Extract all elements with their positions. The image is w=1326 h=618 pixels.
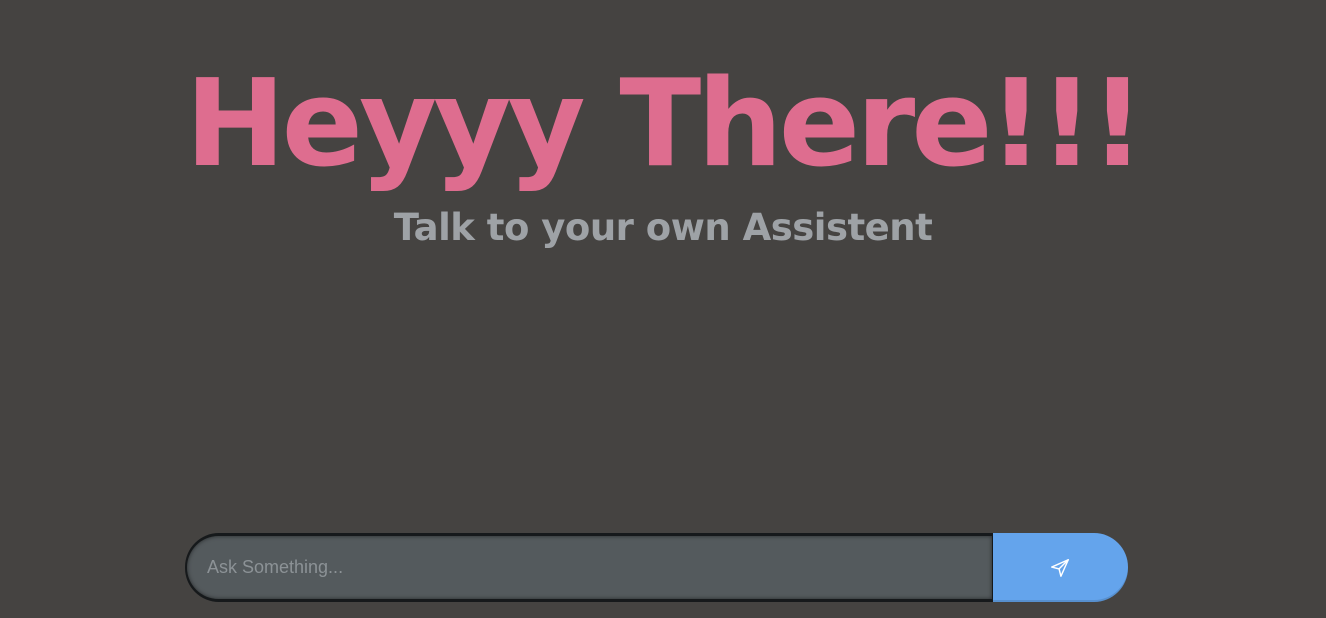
send-icon bbox=[1051, 559, 1069, 577]
chat-bar bbox=[185, 533, 1128, 602]
send-button[interactable] bbox=[993, 533, 1128, 602]
hero-title: Heyyy There!!! bbox=[185, 55, 1145, 194]
hero-subtitle: Talk to your own Assistent bbox=[393, 206, 933, 249]
ask-input[interactable] bbox=[187, 536, 992, 599]
page: Heyyy There!!! Talk to your own Assisten… bbox=[0, 0, 1326, 618]
chat-input-frame bbox=[185, 533, 995, 602]
